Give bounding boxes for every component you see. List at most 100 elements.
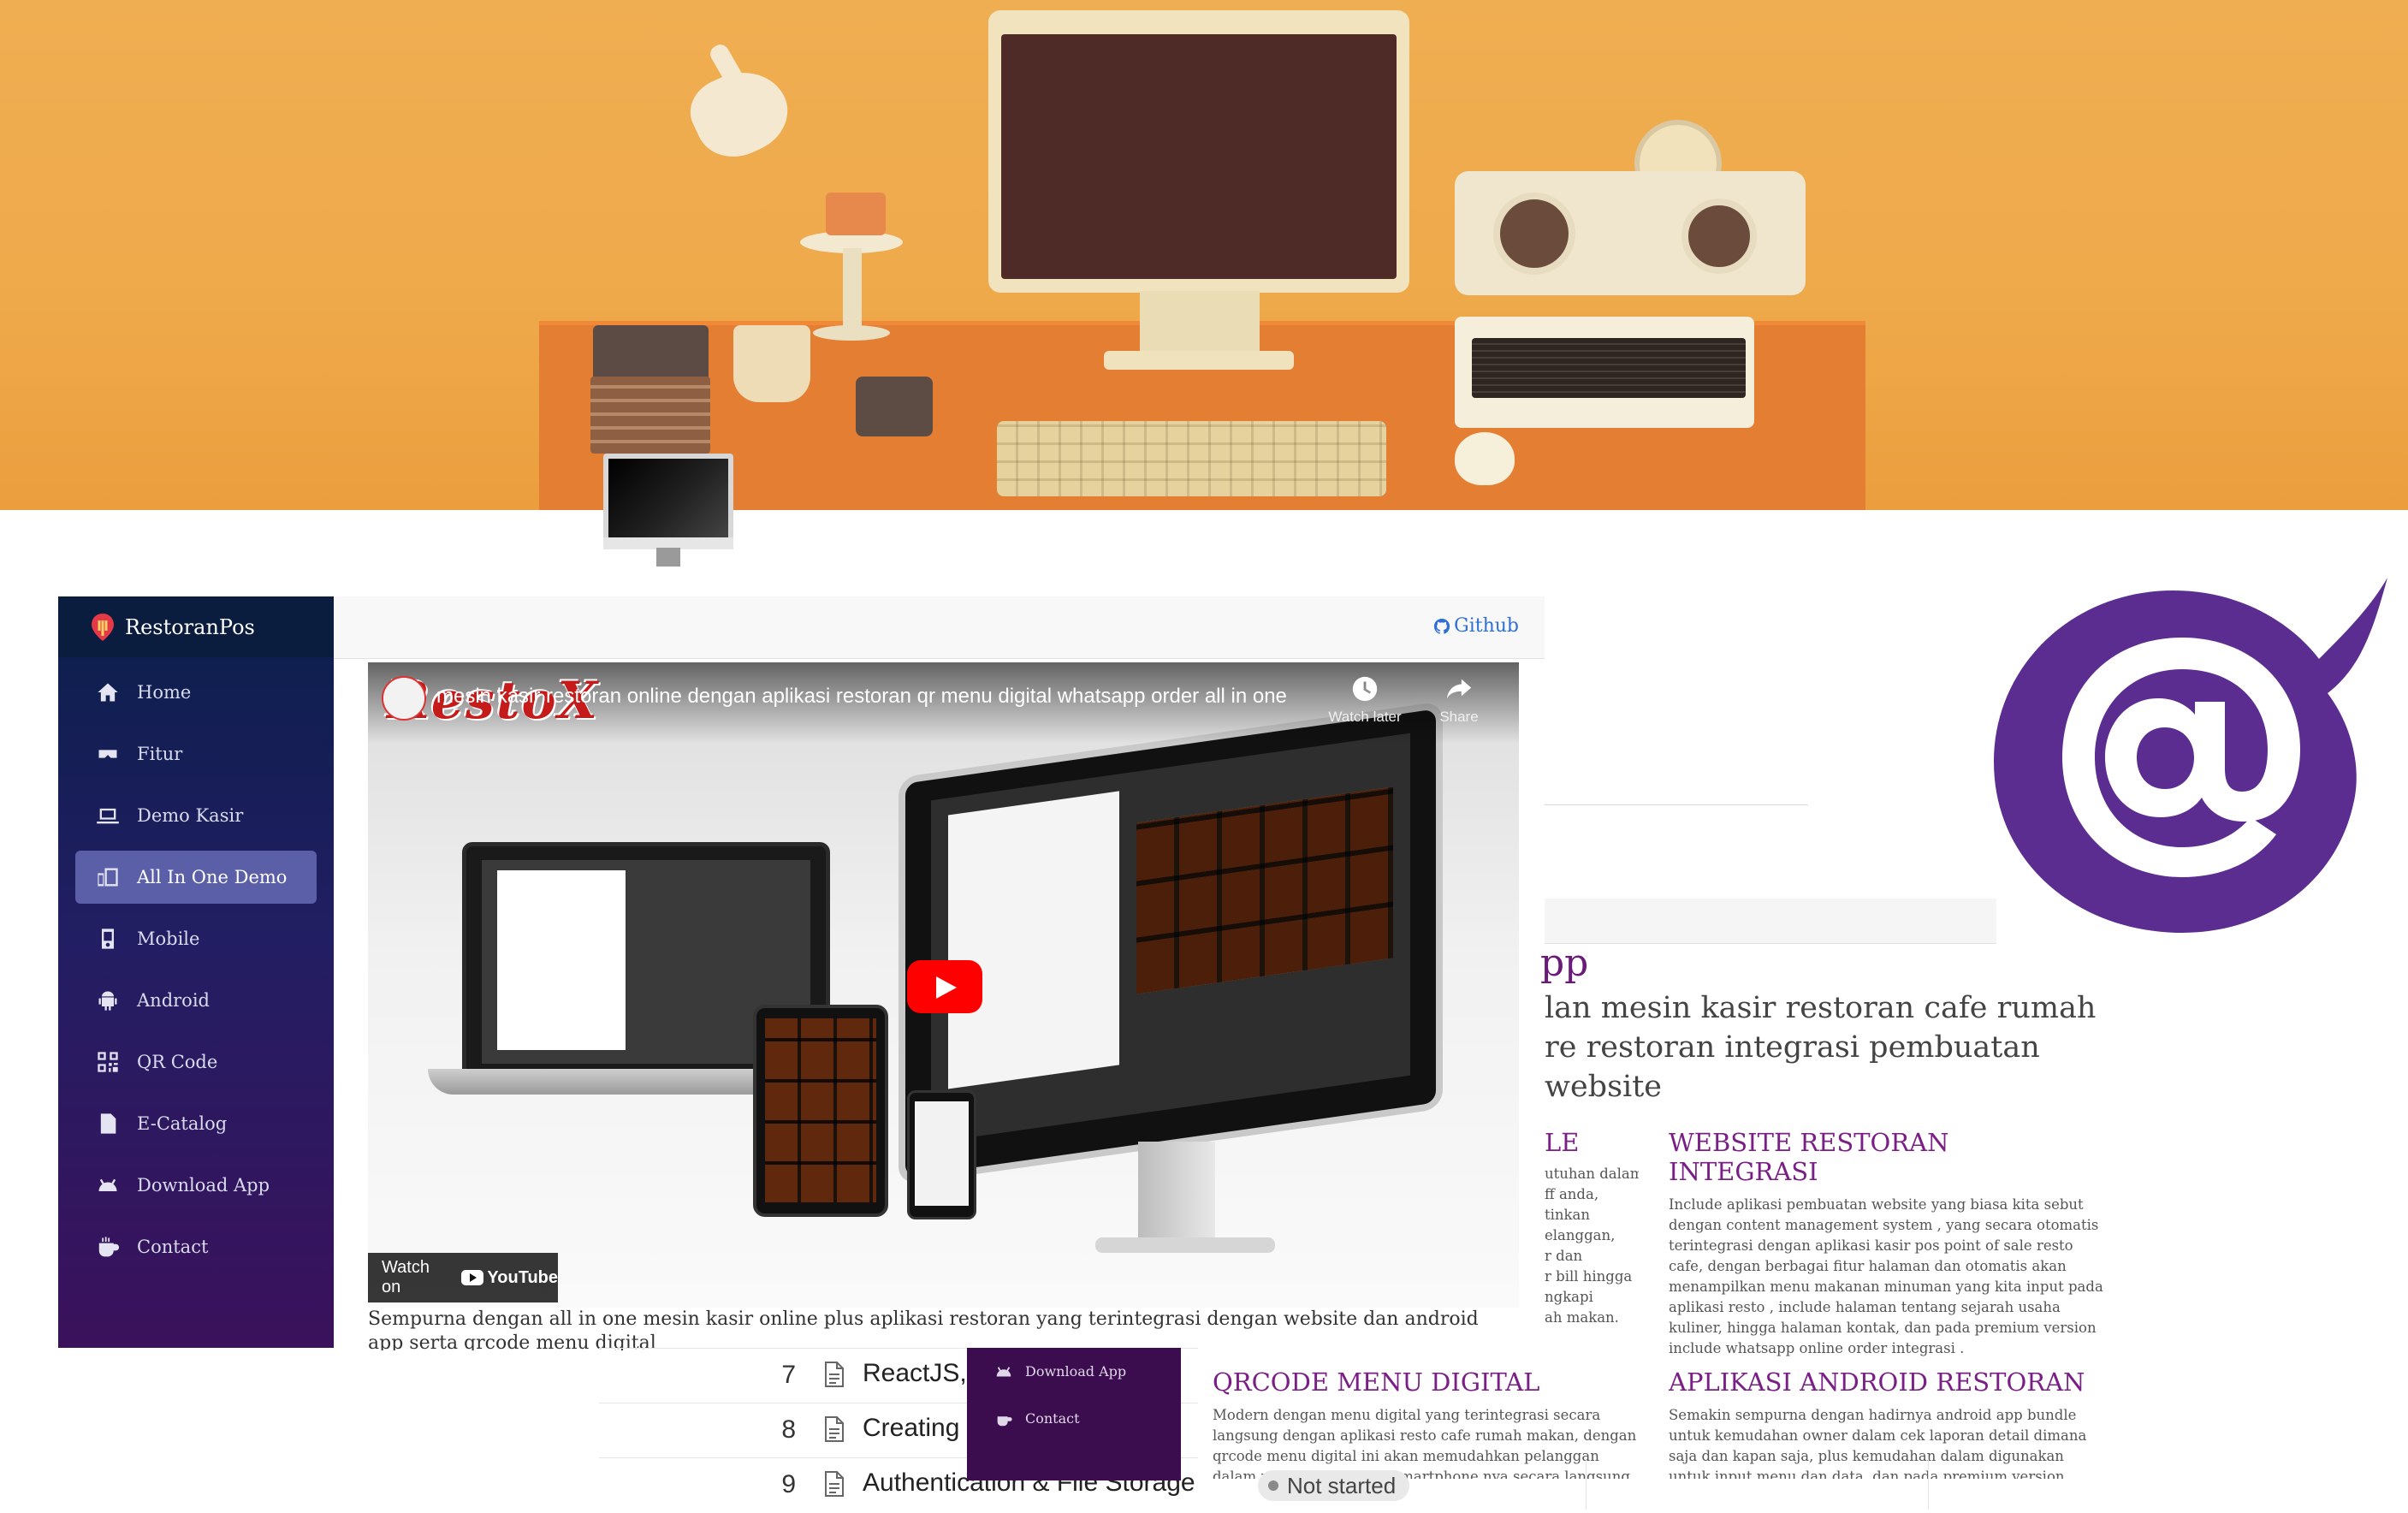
document-icon	[823, 1361, 845, 1388]
side-table-base	[813, 325, 890, 341]
sidebar-item-demo-kasir[interactable]: Demo Kasir	[75, 789, 317, 842]
sidebar-item-label: Mobile	[137, 929, 200, 949]
hero-banner-image	[0, 0, 2408, 510]
list-item-number: 9	[781, 1470, 796, 1498]
keyboard	[997, 421, 1386, 496]
intro-line-2: re restoran integrasi pembuatan website	[1545, 1030, 2040, 1104]
sidebar-item-fitur[interactable]: Fitur	[75, 727, 317, 780]
cake-slice	[826, 193, 886, 235]
youtube-wordmark: YouTube	[487, 1267, 558, 1287]
video-title[interactable]: mesin kasir restoran online dengan aplik…	[436, 685, 1292, 709]
sidebar-item-e-catalog[interactable]: E-Catalog	[75, 1097, 317, 1150]
desk-lamp-head	[680, 56, 800, 170]
share-label: Share	[1439, 709, 1479, 725]
divider	[1545, 804, 1808, 805]
feature-title: QRCODE MENU DIGITAL	[1213, 1368, 1540, 1397]
feature-text-line: tinkan	[1545, 1207, 1590, 1223]
monitor-foot	[1095, 1237, 1275, 1253]
sidebar-item-qr-code[interactable]: QR Code	[75, 1035, 317, 1089]
book-stack	[590, 377, 710, 454]
share-icon	[1446, 679, 1472, 699]
sidebar-item-mobile[interactable]: Mobile	[75, 912, 317, 965]
status-dot-icon	[1268, 1480, 1278, 1491]
sidebar-item-label: Demo Kasir	[137, 805, 244, 826]
imac-screen	[1001, 34, 1397, 279]
sidebar-item-label: Contact	[137, 1237, 209, 1257]
phone-screen	[915, 1101, 969, 1206]
brand[interactable]: RestoranPos	[58, 596, 334, 657]
feature-text-line: r dan	[1545, 1248, 1583, 1264]
section-intro: lan mesin kasir restoran cafe rumah re r…	[1545, 988, 2161, 1107]
speaker-left	[1493, 193, 1575, 275]
android-head-icon	[94, 1172, 122, 1199]
small-monitor-screen	[608, 459, 728, 537]
github-icon	[1434, 618, 1450, 634]
clock-icon	[1352, 676, 1378, 702]
popup-item-label: Download App	[1025, 1363, 1127, 1380]
feature-text: Include aplikasi pembuatan website yang …	[1669, 1196, 2103, 1356]
feature-qrcode-menu: QRCODE MENU DIGITAL Modern dengan menu d…	[1213, 1368, 1640, 1479]
youtube-play-icon	[461, 1270, 484, 1285]
small-monitor-stand	[656, 548, 680, 567]
coffee-icon	[94, 1233, 122, 1261]
sidebar-item-contact[interactable]: Contact	[75, 1220, 317, 1273]
watch-on-youtube-button[interactable]: Watch on YouTube	[368, 1253, 558, 1302]
monitor-food-grid	[1136, 786, 1393, 994]
feature-title: WEBSITE RESTORAN INTEGRASI	[1669, 1128, 1949, 1186]
github-link[interactable]: Github	[1433, 615, 1519, 637]
feature-text-partial: utuhan dalam ff anda, tinkan elanggan, r…	[1545, 1164, 1639, 1328]
laptop-icon	[94, 802, 122, 829]
list-item-title: Creating	[863, 1414, 960, 1442]
vr-headset-icon	[94, 740, 122, 768]
feature-text-line: ah makan.	[1545, 1309, 1619, 1326]
sidebar-item-all-in-one-demo[interactable]: All In One Demo	[75, 851, 317, 904]
blazor-logo-icon	[1994, 578, 2387, 933]
document-icon	[823, 1470, 845, 1498]
sidebar-item-android[interactable]: Android	[75, 974, 317, 1027]
feature-title: APLIKASI ANDROID RESTORAN	[1669, 1368, 2085, 1397]
top-navbar: Github	[334, 596, 1545, 659]
sidebar-item-download-app[interactable]: Download App	[75, 1159, 317, 1212]
sidebar-item-home[interactable]: Home	[75, 666, 317, 719]
brand-name: RestoranPos	[125, 614, 255, 639]
youtube-video-embed[interactable]: RestoX mesin kasir restoran online denga…	[368, 662, 1519, 1308]
feature-text-line: ff anda,	[1545, 1186, 1599, 1202]
feature-text-line: utuhan dalam	[1545, 1166, 1639, 1182]
sidebar-item-label: Home	[137, 682, 192, 703]
monitor-mockup	[899, 701, 1443, 1185]
popup-item-label: Contact	[1025, 1410, 1080, 1427]
feature-text: Semakin sempurna dengan hadirnya android…	[1669, 1407, 2087, 1479]
popup-item-contact[interactable]: Contact	[967, 1395, 1181, 1442]
feature-android-restoran: APLIKASI ANDROID RESTORAN Semakin sempur…	[1669, 1368, 2097, 1479]
phone-mockup	[907, 1090, 976, 1219]
tablet-screen	[765, 1018, 876, 1202]
cabinet-grille	[1472, 338, 1746, 398]
feature-text-line: ngkapi	[1545, 1289, 1593, 1305]
devices-icon	[94, 863, 122, 891]
play-button[interactable]	[907, 960, 982, 1013]
laptop-pos-panel	[497, 870, 626, 1050]
list-item-title: ReactJS,	[863, 1359, 967, 1387]
watch-later-button[interactable]: Watch later	[1326, 674, 1403, 726]
side-table-leg	[843, 248, 862, 334]
feature-text-line: r bill hingga	[1545, 1268, 1633, 1285]
monitor-stand	[1138, 1142, 1215, 1244]
android-head-icon	[996, 1366, 1011, 1376]
tablet-mockup	[753, 1005, 888, 1217]
imac-foot	[1104, 351, 1294, 370]
feature-text: Modern dengan menu digital yang terinteg…	[1213, 1407, 1637, 1479]
channel-avatar[interactable]	[382, 676, 426, 721]
github-label: Github	[1454, 615, 1519, 637]
youtube-logo: YouTube	[461, 1268, 558, 1288]
monitor-screen	[931, 733, 1410, 1143]
popup-item-download-app[interactable]: Download App	[967, 1348, 1181, 1395]
sidebar-nav: Home Fitur Demo Kasir All In One Demo Mo…	[58, 657, 334, 1273]
share-button[interactable]: Share	[1420, 674, 1498, 726]
sidebar-item-label: All In One Demo	[137, 867, 288, 887]
status-badge[interactable]: Not started	[1258, 1470, 1410, 1501]
phone-stand	[856, 377, 933, 436]
sidebar-item-label: Fitur	[137, 744, 183, 764]
mouse	[1455, 432, 1515, 485]
imac-neck	[1140, 291, 1260, 359]
sidebar-item-label: Download App	[137, 1175, 270, 1196]
